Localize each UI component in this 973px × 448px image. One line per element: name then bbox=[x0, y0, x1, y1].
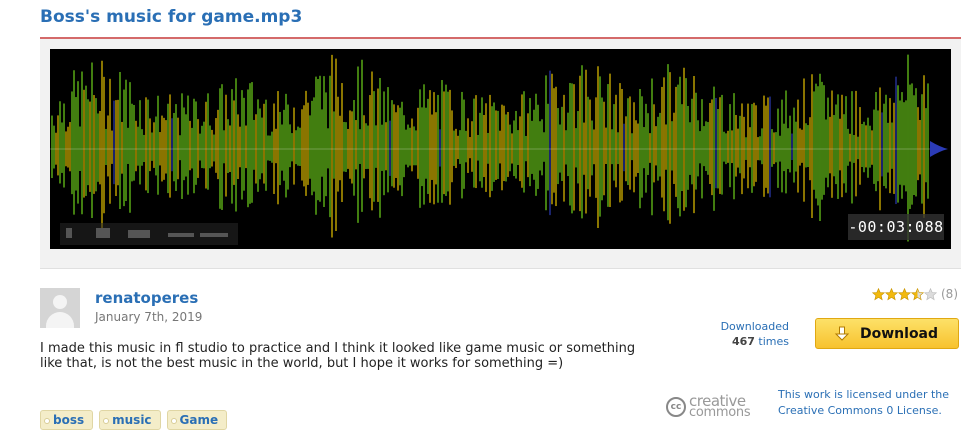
cc-logo-word-commons: commons bbox=[689, 405, 751, 420]
rating-count: (8) bbox=[941, 287, 958, 301]
stop-button[interactable] bbox=[96, 228, 110, 238]
star-empty-icon[interactable] bbox=[924, 287, 937, 301]
tag-item[interactable]: boss bbox=[40, 410, 94, 430]
rating[interactable]: (8) bbox=[872, 287, 958, 301]
creative-commons-logo[interactable]: cc creative commons bbox=[666, 392, 764, 422]
license-link[interactable]: This work is licensed under the Creative… bbox=[778, 387, 958, 419]
download-arrow-icon bbox=[834, 326, 850, 341]
download-stats: Downloaded 467 times bbox=[700, 319, 789, 349]
control-marker bbox=[66, 228, 72, 238]
star-full-icon[interactable] bbox=[885, 287, 898, 301]
waveform-tail bbox=[930, 141, 948, 157]
page-title: Boss's music for game.mp3 bbox=[40, 7, 303, 27]
star-half-icon[interactable] bbox=[911, 287, 924, 301]
tag-item[interactable]: music bbox=[99, 410, 161, 430]
author-link[interactable]: renatoperes bbox=[95, 289, 198, 307]
loop-control[interactable] bbox=[200, 233, 228, 237]
download-button[interactable]: Download bbox=[815, 318, 959, 349]
tag-list: boss music Game bbox=[40, 410, 228, 430]
avatar-body bbox=[46, 312, 74, 328]
cc-badge-icon: cc bbox=[666, 397, 686, 417]
avatar[interactable] bbox=[40, 288, 80, 328]
upload-date: January 7th, 2019 bbox=[95, 310, 203, 324]
time-remaining: -00:03:088 bbox=[848, 214, 944, 240]
seek-control[interactable] bbox=[168, 233, 194, 237]
description-text: I made this music in fl studio to practi… bbox=[40, 341, 636, 371]
avatar-head bbox=[53, 295, 67, 309]
tag-item[interactable]: Game bbox=[166, 410, 228, 430]
download-button-label: Download bbox=[860, 326, 939, 342]
star-full-icon[interactable] bbox=[872, 287, 885, 301]
download-times-label: times bbox=[758, 335, 789, 348]
waveform-player[interactable]: -00:03:088 bbox=[50, 49, 951, 249]
volume-bars[interactable] bbox=[128, 230, 150, 238]
star-full-icon[interactable] bbox=[898, 287, 911, 301]
download-count: 467 bbox=[731, 335, 755, 348]
waveform-graphic[interactable] bbox=[50, 49, 951, 249]
downloaded-label: Downloaded bbox=[720, 320, 789, 333]
